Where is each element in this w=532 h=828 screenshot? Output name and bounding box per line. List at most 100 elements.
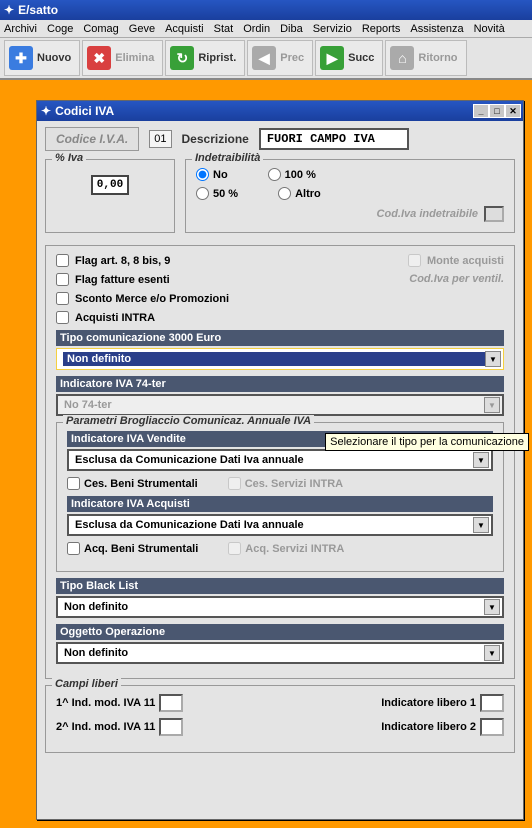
tipo-3000-combo[interactable]: Non definito ▼: [56, 348, 504, 370]
succ-label: Succ: [348, 52, 374, 64]
codici-iva-window: ✦ Codici IVA _ □ ✕ Codice I.V.A. 01 Desc…: [36, 100, 524, 820]
child-titlebar: ✦ Codici IVA _ □ ✕: [37, 101, 523, 121]
campi-liberi-group: Campi liberi 1^ Ind. mod. IVA 11 Indicat…: [45, 685, 515, 753]
tipo-3000-header: Tipo comunicazione 3000 Euro: [56, 330, 504, 346]
oggetto-combo[interactable]: Non definito ▼: [56, 642, 504, 664]
prec-button[interactable]: ◀ Prec: [247, 40, 313, 76]
menu-ordin[interactable]: Ordin: [243, 23, 270, 35]
chevron-down-icon: ▼: [473, 452, 489, 468]
ind2-label: 2^ Ind. mod. IVA 11: [56, 721, 155, 733]
acquisti-combo[interactable]: Esclusa da Comunicazione Dati Iva annual…: [67, 514, 493, 536]
menu-archivi[interactable]: Archivi: [4, 23, 37, 35]
flag-monte: Monte acquisti: [408, 254, 504, 267]
descrizione-input[interactable]: FUORI CAMPO IVA: [259, 128, 409, 150]
tipo-3000-value: Non definito: [63, 352, 485, 366]
descrizione-label: Descrizione: [182, 132, 249, 146]
succ-button[interactable]: ▶ Succ: [315, 40, 383, 76]
acquisti-header: Indicatore IVA Acquisti: [67, 496, 493, 512]
acq-beni-checkbox[interactable]: Acq. Beni Strumentali: [67, 542, 198, 555]
menu-assistenza[interactable]: Assistenza: [410, 23, 463, 35]
close-button[interactable]: ✕: [505, 104, 521, 118]
ces-servizi-checkbox: Ces. Servizi INTRA: [228, 477, 343, 490]
ind2-input[interactable]: [159, 718, 183, 736]
radio-no[interactable]: No: [196, 168, 228, 181]
menu-geve[interactable]: Geve: [129, 23, 155, 35]
refresh-icon: ↻: [170, 46, 194, 70]
ritorno-button[interactable]: ⌂ Ritorno: [385, 40, 466, 76]
indet-legend: Indetraibilità: [192, 152, 263, 164]
nuovo-button[interactable]: ✚ Nuovo: [4, 40, 80, 76]
radio-altro[interactable]: Altro: [278, 187, 321, 200]
menu-reports[interactable]: Reports: [362, 23, 401, 35]
nuovo-label: Nuovo: [37, 52, 71, 64]
chevron-down-icon: ▼: [484, 599, 500, 615]
new-icon: ✚: [9, 46, 33, 70]
flag-sconto[interactable]: Sconto Merce e/o Promozioni: [56, 292, 504, 305]
radio-100[interactable]: 100 %: [268, 168, 316, 181]
ritorno-label: Ritorno: [418, 52, 457, 64]
riprist-button[interactable]: ↻ Riprist.: [165, 40, 245, 76]
toolbar: ✚ Nuovo ✖ Elimina ↻ Riprist. ◀ Prec ▶ Su…: [0, 38, 532, 80]
delete-icon: ✖: [87, 46, 111, 70]
codice-iva-button[interactable]: Codice I.V.A.: [45, 127, 139, 151]
elimina-label: Elimina: [115, 52, 154, 64]
iva74-header: Indicatore IVA 74-ter: [56, 376, 504, 392]
riprist-label: Riprist.: [198, 52, 236, 64]
flag-acquisti[interactable]: Acquisti INTRA: [56, 311, 504, 324]
menubar: Archivi Coge Comag Geve Acquisti Stat Or…: [0, 20, 532, 38]
vendite-combo[interactable]: Esclusa da Comunicazione Dati Iva annual…: [67, 449, 493, 471]
maximize-button[interactable]: □: [489, 104, 505, 118]
perc-iva-input[interactable]: 0,00: [91, 175, 129, 195]
cod-iva-indet-label: Cod.Iva indetraibile: [377, 208, 478, 220]
child-title-text: Codici IVA: [55, 104, 114, 118]
cod-ventil-label: Cod.Iva per ventil.: [409, 273, 504, 292]
menu-comag[interactable]: Comag: [83, 23, 118, 35]
flag-art8[interactable]: Flag art. 8, 8 bis, 9: [56, 254, 170, 267]
oggetto-header: Oggetto Operazione: [56, 624, 504, 640]
home-icon: ⌂: [390, 46, 414, 70]
elimina-button[interactable]: ✖ Elimina: [82, 40, 163, 76]
lib2-label: Indicatore libero 2: [381, 721, 476, 733]
perc-iva-legend: % Iva: [52, 152, 86, 164]
brogliaccio-legend: Parametri Brogliaccio Comunicaz. Annuale…: [63, 415, 314, 427]
acq-servizi-checkbox: Acq. Servizi INTRA: [228, 542, 344, 555]
chevron-down-icon: ▼: [484, 645, 500, 661]
chevron-down-icon: ▼: [473, 517, 489, 533]
flag-fatture[interactable]: Flag fatture esenti: [56, 273, 170, 286]
lib2-input[interactable]: [480, 718, 504, 736]
minimize-button[interactable]: _: [473, 104, 489, 118]
menu-novita[interactable]: Novità: [474, 23, 505, 35]
perc-iva-group: % Iva 0,00: [45, 159, 175, 233]
lib1-input[interactable]: [480, 694, 504, 712]
menu-acquisti[interactable]: Acquisti: [165, 23, 204, 35]
oggetto-value: Non definito: [64, 647, 128, 659]
next-icon: ▶: [320, 46, 344, 70]
menu-servizio[interactable]: Servizio: [313, 23, 352, 35]
ind1-input[interactable]: [159, 694, 183, 712]
campi-legend: Campi liberi: [52, 678, 121, 690]
flags-group: Flag art. 8, 8 bis, 9 Monte acquisti Fla…: [45, 245, 515, 679]
iva74-combo: No 74-ter ▼: [56, 394, 504, 416]
blacklist-combo[interactable]: Non definito ▼: [56, 596, 504, 618]
cod-iva-indet-input: [484, 206, 504, 222]
app-titlebar: ✦ E/satto: [0, 0, 532, 20]
app-icon: ✦: [4, 3, 14, 17]
indet-group: Indetraibilità No 100 % 50 % Altro Cod.I…: [185, 159, 515, 233]
radio-50[interactable]: 50 %: [196, 187, 238, 200]
app-title: E/satto: [18, 3, 58, 17]
acquisti-value: Esclusa da Comunicazione Dati Iva annual…: [75, 519, 304, 531]
blacklist-header: Tipo Black List: [56, 578, 504, 594]
menu-diba[interactable]: Diba: [280, 23, 303, 35]
chevron-down-icon: ▼: [485, 351, 501, 367]
iva74-value: No 74-ter: [64, 399, 112, 411]
lib1-label: Indicatore libero 1: [381, 697, 476, 709]
ces-beni-checkbox[interactable]: Ces. Beni Strumentali: [67, 477, 198, 490]
prec-label: Prec: [280, 52, 304, 64]
tooltip: Selezionare il tipo per la comunicazione: [325, 433, 529, 451]
codice-iva-value[interactable]: 01: [149, 130, 171, 148]
menu-coge[interactable]: Coge: [47, 23, 73, 35]
chevron-down-icon: ▼: [484, 397, 500, 413]
window-icon: ✦: [41, 104, 51, 118]
menu-stat[interactable]: Stat: [214, 23, 234, 35]
vendite-value: Esclusa da Comunicazione Dati Iva annual…: [75, 454, 304, 466]
